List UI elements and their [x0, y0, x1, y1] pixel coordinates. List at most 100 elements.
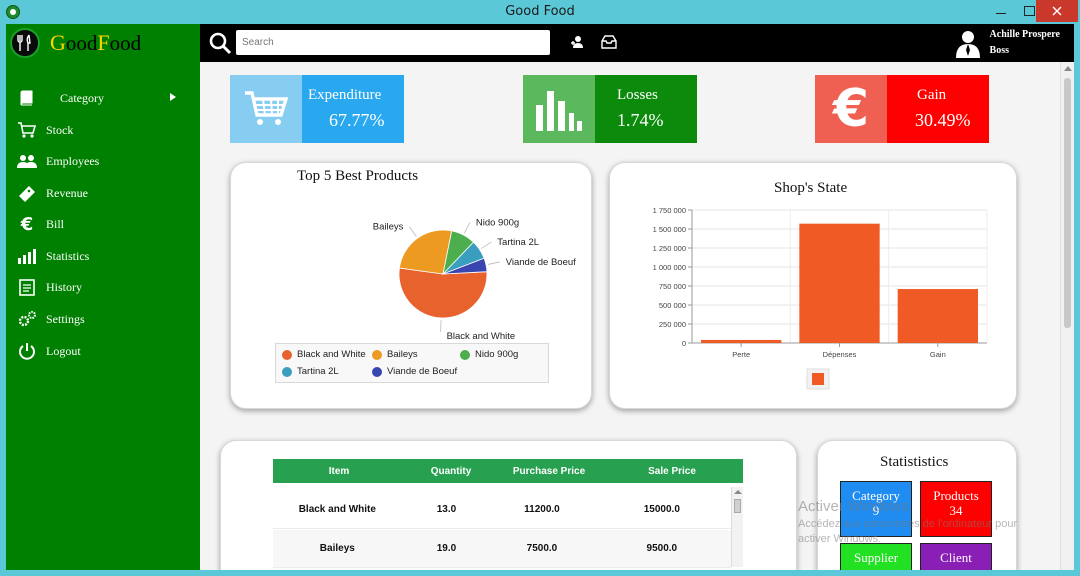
slice-label-leader [481, 241, 492, 249]
legend-item: Baileys [372, 349, 418, 360]
kpi-expenditure[interactable]: Expenditure 67.77% [230, 75, 404, 143]
user-name: Achille Prospere [989, 29, 1060, 40]
chart-icon [16, 246, 38, 266]
legend-item: Nido 900g [460, 349, 518, 360]
pie-chart: Black and White Baileys Nido 900g Tartina 2… [373, 218, 576, 342]
window-title: Good Food [505, 4, 575, 19]
clipboard-icon [16, 277, 38, 297]
cart-icon [230, 75, 302, 143]
column-header[interactable]: Item [273, 466, 405, 477]
close-icon [1052, 6, 1062, 16]
book-icon [16, 88, 38, 108]
x-tick-label: Dépenses [823, 350, 857, 359]
slice-label-leader [440, 319, 442, 332]
y-tick-label: 1 750 000 [653, 206, 686, 215]
table-scrollbar[interactable] [731, 487, 743, 567]
search-input[interactable] [236, 30, 550, 55]
slice-label: Viande de Boeuf [506, 257, 576, 268]
brand-logo: GoodFood [6, 24, 200, 62]
sidebar-item-category[interactable]: Category [6, 85, 200, 111]
power-icon [16, 341, 38, 361]
sidebar: Category Stock Employees Revenue € Bill … [6, 62, 200, 570]
kpi-title: Expenditure [308, 87, 382, 103]
slice-label-leader [409, 226, 417, 237]
sidebar-item-statistics[interactable]: Statistics [6, 243, 200, 269]
table-row[interactable]: Baileys 19.0 7500.0 9500.0 [273, 530, 731, 568]
user-info: Achille Prospere Boss [990, 27, 1060, 59]
sidebar-item-history[interactable]: History [6, 274, 200, 300]
bar[interactable] [897, 289, 978, 343]
shop-state-card: Shop's State 0 250 000 500 000 750 000 1 000… [609, 162, 1017, 409]
column-header[interactable]: Sale Price [601, 466, 743, 477]
chart-legend: Black and White Baileys Nido 900g Tartin… [275, 343, 549, 383]
kpi-value: 30.49% [915, 110, 971, 130]
slice-label-leader [463, 222, 471, 234]
euro-icon: € [20, 213, 34, 235]
top-header: GoodFood Achille Prospere Boss [6, 24, 1074, 62]
user-profile[interactable]: Achille Prospere Boss [954, 27, 1060, 59]
people-icon [16, 151, 38, 171]
search-bar [208, 30, 550, 55]
add-user-icon[interactable] [570, 34, 586, 55]
close-button[interactable] [1036, 0, 1078, 22]
products-table-card: Item Quantity Purchase Price Sale Price … [220, 440, 797, 570]
sidebar-item-stock[interactable]: Stock [6, 117, 200, 143]
slice-label: Nido 900g [476, 218, 519, 229]
sidebar-item-employees[interactable]: Employees [6, 148, 200, 174]
y-tick-label: 0 [682, 339, 686, 348]
y-tick-label: 750 000 [659, 282, 686, 291]
ticket-icon [16, 183, 38, 203]
slice-label: Baileys [373, 222, 404, 233]
stat-tile-client[interactable]: Client [920, 543, 992, 570]
y-tick-label: 500 000 [659, 301, 686, 310]
pie-slice[interactable] [398, 267, 488, 319]
brand-name: GoodFood [50, 30, 142, 55]
sidebar-item-revenue[interactable]: Revenue [6, 180, 200, 206]
chevron-right-icon [170, 93, 176, 101]
y-tick-label: 1 500 000 [653, 225, 686, 234]
fork-knife-icon [10, 28, 40, 58]
pie-slice[interactable] [398, 229, 453, 275]
legend-swatch [812, 373, 824, 385]
inbox-icon[interactable] [600, 34, 618, 55]
minimize-button[interactable] [986, 0, 1016, 22]
card-title: Statististics [880, 454, 949, 470]
sidebar-item-logout[interactable]: Logout [6, 338, 200, 364]
user-role: Boss [989, 45, 1009, 56]
slice-label-leader [487, 261, 500, 265]
gears-icon [16, 309, 38, 329]
top-products-card: Top 5 Best Products Black and White Baile… [230, 162, 592, 409]
table-header: Item Quantity Purchase Price Sale Price [273, 459, 743, 483]
x-tick-label: Gain [930, 350, 946, 359]
kpi-value: 1.74% [617, 110, 664, 130]
column-header[interactable]: Purchase Price [497, 466, 601, 477]
kpi-title: Gain [917, 87, 947, 103]
legend-item: Black and White [282, 349, 366, 360]
y-tick-label: 1 250 000 [653, 244, 686, 253]
stat-tile-supplier[interactable]: Supplier [840, 543, 912, 570]
legend-item: Viande de Boeuf [372, 366, 457, 377]
legend-item: Tartina 2L [282, 366, 339, 377]
table-row[interactable]: Black and White 13.0 11200.0 15000.0 [273, 491, 731, 529]
y-tick-label: 250 000 [659, 320, 686, 329]
cart-icon [16, 120, 38, 140]
x-tick-label: Perte [732, 350, 750, 359]
avatar [955, 31, 980, 58]
kpi-gain[interactable]: € Gain 30.49% [815, 75, 989, 143]
bar-chart-icon [523, 75, 595, 143]
column-header[interactable]: Quantity [405, 466, 497, 477]
kpi-title: Losses [617, 87, 658, 103]
kpi-losses[interactable]: Losses 1.74% [523, 75, 697, 143]
bar[interactable] [701, 339, 782, 343]
slice-label: Black and White [447, 331, 516, 342]
slice-label: Tartina 2L [497, 237, 539, 248]
sidebar-item-bill[interactable]: € Bill [6, 211, 200, 237]
bar-chart: 0 250 000 500 000 750 000 1 000 000 1 250 000… [653, 206, 988, 390]
bar[interactable] [799, 223, 880, 343]
main-content: Expenditure 67.77% Losses 1.74% € Gain 3… [200, 62, 1074, 570]
euro-icon: € [815, 75, 887, 143]
y-tick-label: 1 000 000 [653, 263, 686, 272]
search-icon[interactable] [208, 31, 232, 55]
main-scrollbar[interactable] [1060, 62, 1074, 570]
sidebar-item-settings[interactable]: Settings [6, 306, 200, 332]
